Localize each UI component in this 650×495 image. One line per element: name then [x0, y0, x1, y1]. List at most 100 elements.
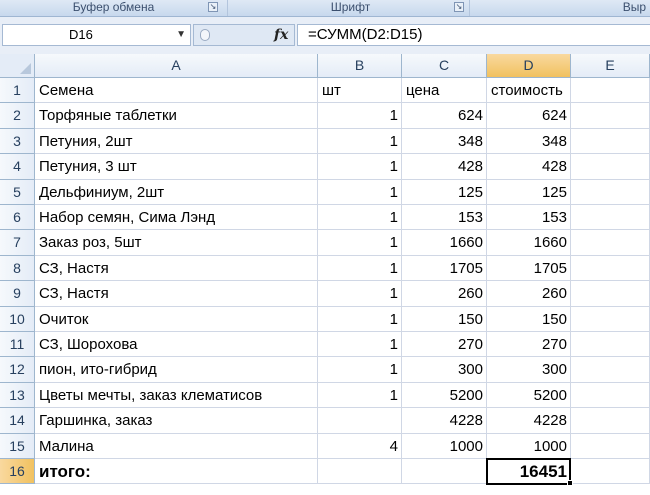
- cell-e12[interactable]: [571, 357, 650, 383]
- cell-c8[interactable]: 1705: [402, 255, 487, 282]
- cell-e16[interactable]: [571, 459, 650, 485]
- cell-d6[interactable]: 153: [487, 205, 571, 231]
- row-header-11[interactable]: 11: [0, 332, 35, 358]
- row-header-2[interactable]: 2: [0, 103, 35, 129]
- cell-c6[interactable]: 153: [402, 205, 487, 231]
- cell-a5[interactable]: Дельфиниум, 2шт: [35, 179, 318, 205]
- cell-b8[interactable]: 1: [318, 255, 402, 282]
- column-header-c[interactable]: C: [402, 54, 487, 78]
- cell-a1[interactable]: Семена: [35, 78, 318, 104]
- name-box[interactable]: D16 ▼: [2, 24, 191, 46]
- cell-d5[interactable]: 125: [487, 179, 571, 205]
- cell-b5[interactable]: 1: [318, 179, 402, 205]
- formula-bar-resize-handle[interactable]: [200, 29, 210, 41]
- cell-b7[interactable]: 1: [318, 230, 402, 256]
- cell-a7[interactable]: Заказ роз, 5шт: [35, 230, 318, 256]
- cell-c4[interactable]: 428: [402, 154, 487, 180]
- cell-d2[interactable]: 624: [487, 103, 571, 129]
- row-header-9[interactable]: 9: [0, 281, 35, 307]
- cell-e13[interactable]: [571, 382, 650, 409]
- cell-b1[interactable]: шт: [318, 78, 402, 104]
- cell-b14[interactable]: [318, 408, 402, 434]
- clipboard-dialog-launcher-icon[interactable]: ↘: [208, 2, 218, 12]
- cell-c7[interactable]: 1660: [402, 230, 487, 256]
- cell-e3[interactable]: [571, 128, 650, 155]
- formula-input[interactable]: =СУММ(D2:D15): [297, 24, 650, 46]
- cell-d14[interactable]: 4228: [487, 408, 571, 434]
- cell-d4[interactable]: 428: [487, 154, 571, 180]
- cell-a6[interactable]: Набор семян, Сима Лэнд: [35, 205, 318, 231]
- cell-c13[interactable]: 5200: [402, 382, 487, 409]
- cell-b11[interactable]: 1: [318, 332, 402, 358]
- cell-b10[interactable]: 1: [318, 306, 402, 332]
- row-header-7[interactable]: 7: [0, 230, 35, 256]
- font-dialog-launcher-icon[interactable]: ↘: [454, 2, 464, 12]
- cell-d11[interactable]: 270: [487, 332, 571, 358]
- cell-c10[interactable]: 150: [402, 306, 487, 332]
- fill-handle[interactable]: [567, 480, 573, 487]
- cell-e11[interactable]: [571, 332, 650, 358]
- cell-c2[interactable]: 624: [402, 103, 487, 129]
- select-all-corner[interactable]: [0, 54, 35, 78]
- cell-b9[interactable]: 1: [318, 281, 402, 307]
- column-header-e[interactable]: E: [571, 54, 650, 78]
- cell-b13[interactable]: 1: [318, 382, 402, 409]
- cell-b2[interactable]: 1: [318, 103, 402, 129]
- cell-a15[interactable]: Малина: [35, 433, 318, 459]
- row-header-3[interactable]: 3: [0, 128, 35, 155]
- column-header-b[interactable]: B: [318, 54, 402, 78]
- cell-d13[interactable]: 5200: [487, 382, 571, 409]
- cell-b3[interactable]: 1: [318, 128, 402, 155]
- cell-a11[interactable]: СЗ, Шорохова: [35, 332, 318, 358]
- cell-e14[interactable]: [571, 408, 650, 434]
- cell-b12[interactable]: 1: [318, 357, 402, 383]
- row-header-10[interactable]: 10: [0, 306, 35, 332]
- cell-c9[interactable]: 260: [402, 281, 487, 307]
- cell-a9[interactable]: СЗ, Настя: [35, 281, 318, 307]
- cell-d10[interactable]: 150: [487, 306, 571, 332]
- cell-d7[interactable]: 1660: [487, 230, 571, 256]
- name-box-dropdown-icon[interactable]: ▼: [176, 25, 186, 45]
- cell-e10[interactable]: [571, 306, 650, 332]
- cell-e5[interactable]: [571, 179, 650, 205]
- cell-b16[interactable]: [318, 459, 402, 485]
- cell-c15[interactable]: 1000: [402, 433, 487, 459]
- cell-d1[interactable]: стоимость: [487, 78, 571, 104]
- cell-c5[interactable]: 125: [402, 179, 487, 205]
- row-header-4[interactable]: 4: [0, 154, 35, 180]
- cell-b6[interactable]: 1: [318, 205, 402, 231]
- cell-e7[interactable]: [571, 230, 650, 256]
- row-header-5[interactable]: 5: [0, 179, 35, 205]
- cell-e8[interactable]: [571, 255, 650, 282]
- cell-c14[interactable]: 4228: [402, 408, 487, 434]
- cell-d9[interactable]: 260: [487, 281, 571, 307]
- insert-function-icon[interactable]: fx: [274, 25, 288, 45]
- cell-c12[interactable]: 300: [402, 357, 487, 383]
- row-header-15[interactable]: 15: [0, 433, 35, 459]
- cell-a4[interactable]: Петуния, 3 шт: [35, 154, 318, 180]
- cell-d12[interactable]: 300: [487, 357, 571, 383]
- cell-e4[interactable]: [571, 154, 650, 180]
- row-header-14[interactable]: 14: [0, 408, 35, 434]
- cell-d8[interactable]: 1705: [487, 255, 571, 282]
- row-header-12[interactable]: 12: [0, 357, 35, 383]
- cell-e6[interactable]: [571, 205, 650, 231]
- cell-c3[interactable]: 348: [402, 128, 487, 155]
- row-header-1[interactable]: 1: [0, 78, 35, 104]
- cell-c1[interactable]: цена: [402, 78, 487, 104]
- cell-e15[interactable]: [571, 433, 650, 459]
- cell-e1[interactable]: [571, 78, 650, 104]
- row-header-8[interactable]: 8: [0, 255, 35, 282]
- cell-a14[interactable]: Гаршинка, заказ: [35, 408, 318, 434]
- column-header-a[interactable]: A: [35, 54, 318, 78]
- cell-a3[interactable]: Петуния, 2шт: [35, 128, 318, 155]
- cell-e9[interactable]: [571, 281, 650, 307]
- row-header-13[interactable]: 13: [0, 382, 35, 409]
- cell-a16[interactable]: итого:: [35, 459, 318, 485]
- cell-a12[interactable]: пион, ито-гибрид: [35, 357, 318, 383]
- cell-a2[interactable]: Торфяные таблетки: [35, 103, 318, 129]
- cell-c16[interactable]: [402, 459, 487, 485]
- cell-a13[interactable]: Цветы мечты, заказ клематисов: [35, 382, 318, 409]
- cell-d3[interactable]: 348: [487, 128, 571, 155]
- row-header-6[interactable]: 6: [0, 205, 35, 231]
